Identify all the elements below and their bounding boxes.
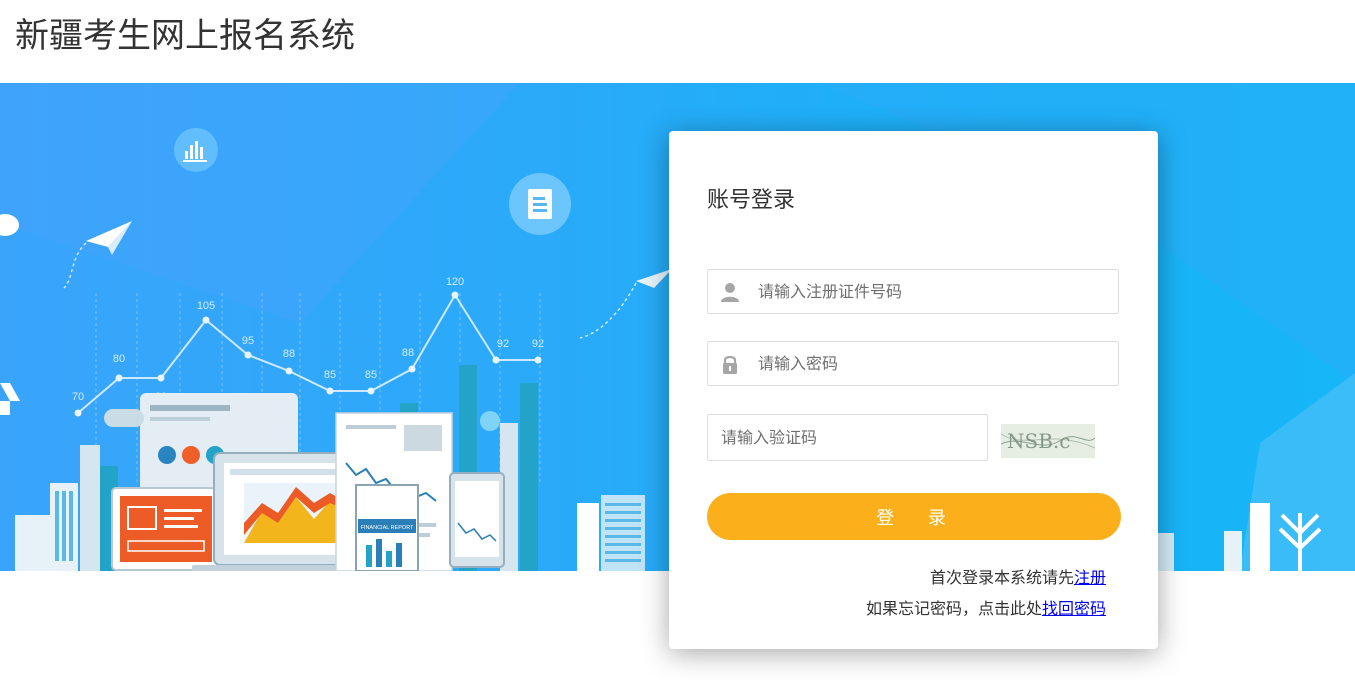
city-buildings-left (0, 383, 78, 571)
login-title: 账号登录 (707, 188, 796, 213)
site-header: 新疆考生网上报名系统 (0, 0, 1355, 83)
forgot-password-link[interactable]: 找回密码 (1042, 599, 1106, 618)
chart-label: 80 (113, 353, 125, 365)
bar-chart-icon (174, 128, 218, 172)
register-hint-text: 首次登录本系统请先 (929, 568, 1074, 587)
password-field (707, 341, 1119, 386)
captcha-input[interactable] (721, 415, 976, 460)
captcha-field (707, 414, 988, 461)
chart-label: 92 (532, 338, 544, 350)
paper-plane-icon (579, 269, 672, 339)
register-hint: 首次登录本系统请先注册 (930, 567, 1106, 589)
captcha-image[interactable]: NSB.c (1000, 424, 1096, 458)
building-windows (55, 491, 73, 561)
site-title: 新疆考生网上报名系统 (15, 16, 355, 56)
id-number-input[interactable] (758, 270, 1108, 313)
login-card: 账号登录 NSB.c (669, 131, 1158, 649)
forgot-password-hint-text: 如果忘记密码，点击此处 (865, 599, 1042, 618)
chart-label: 120 (446, 276, 464, 288)
bar-shape (80, 445, 100, 571)
chart-label: 85 (365, 369, 377, 381)
forgot-password-hint: 如果忘记密码，点击此处找回密码 (866, 598, 1106, 620)
chart-label: 88 (283, 348, 295, 360)
captcha-text: NSB.c (1007, 429, 1070, 453)
chart-label: 85 (324, 369, 336, 381)
tablet-device (111, 487, 219, 571)
chart-label: 92 (497, 338, 509, 350)
register-link[interactable]: 注册 (1074, 568, 1106, 587)
chart-label: 88 (402, 347, 414, 359)
id-number-field (707, 269, 1119, 314)
document-icon (509, 173, 571, 235)
phone-device: FINANCIAL REPORT (355, 484, 419, 571)
dot-shape (480, 411, 500, 431)
bg-shape (0, 83, 520, 323)
chart-label: 70 (72, 391, 84, 403)
report-label: FINANCIAL REPORT (361, 525, 415, 531)
page: 新疆考生网上报名系统 70 80 105 95 88 85 85 88 120 … (0, 0, 1355, 680)
password-input[interactable] (758, 342, 1108, 385)
chart-label: 95 (242, 335, 254, 347)
bar-shape (520, 383, 538, 571)
tablet-device (449, 472, 505, 568)
captcha-graphic: NSB.c (1000, 424, 1096, 458)
login-button[interactable]: 登 录 (707, 493, 1121, 540)
chart-label: 105 (197, 300, 215, 312)
lock-icon (723, 355, 737, 374)
user-icon (721, 283, 739, 302)
